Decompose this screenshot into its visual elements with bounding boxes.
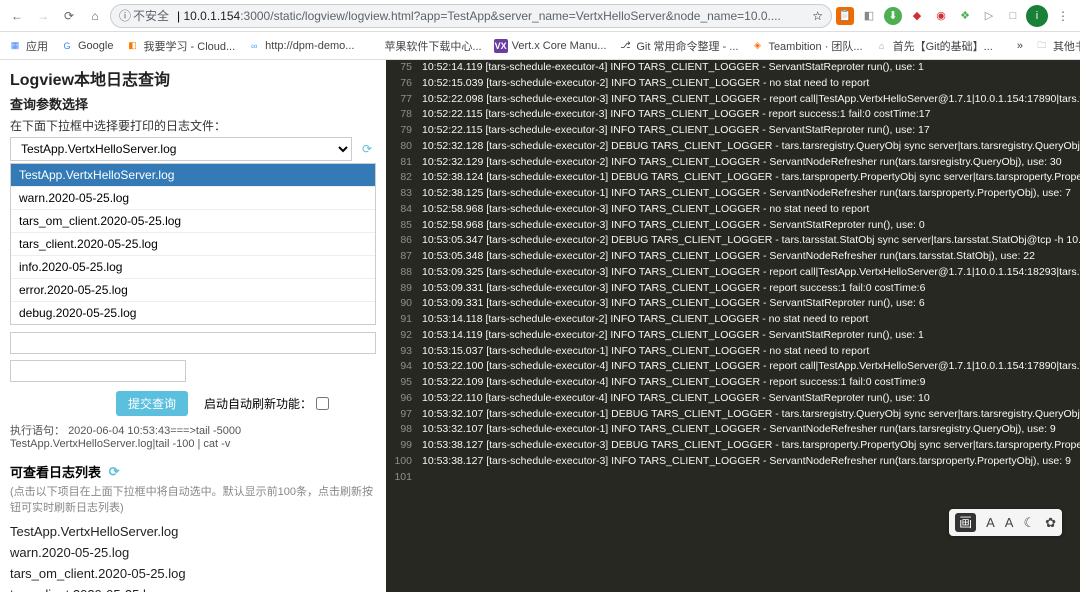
auto-refresh-label[interactable]: 启动自动刷新功能： xyxy=(204,395,329,412)
log-list-item[interactable]: warn.2020-05-25.log xyxy=(10,542,376,563)
bookmark-item[interactable]: GGoogle xyxy=(60,39,113,53)
reader-settings-icon[interactable]: ✿ xyxy=(1045,513,1056,533)
left-panel: Logview本地日志查询 查询参数选择 在下面下拉框中选择要打印的日志文件： … xyxy=(0,60,386,592)
bookmark-item[interactable]: ◧我要学习 - Cloud... xyxy=(125,38,235,54)
log-list-item[interactable]: tars_client.2020-05-25.log xyxy=(10,584,376,592)
reload-button[interactable]: ⟳ xyxy=(58,5,80,27)
log-line: 9810:53:32.107 [tars-schedule-executor-1… xyxy=(386,422,1080,438)
bookmark-item[interactable]: ⌂首先【Git的基础】... xyxy=(875,38,993,54)
forward-button[interactable]: → xyxy=(32,5,54,27)
ext-icon[interactable]: ⬇ xyxy=(884,7,902,25)
refresh-list-icon[interactable]: ⟳ xyxy=(105,463,123,481)
auto-refresh-checkbox[interactable] xyxy=(316,397,329,410)
menu-button[interactable]: ⋮ xyxy=(1052,5,1074,27)
log-list-title: 可查看日志列表 ⟳ xyxy=(10,462,376,481)
file-option[interactable]: tars_client.2020-05-25.log xyxy=(11,233,375,256)
ext-icon[interactable]: ◧ xyxy=(860,7,878,25)
bookmarks-bar: ▦应用 GGoogle ◧我要学习 - Cloud... ∞http://dpm-de… xyxy=(0,32,1080,60)
submit-button[interactable]: 提交查询 xyxy=(116,391,188,416)
log-line: 101 xyxy=(386,470,1080,486)
log-line: 10010:53:38.127 [tars-schedule-executor-… xyxy=(386,454,1080,470)
browser-toolbar: ← → ⟳ ⌂ ⓘ 不安全 | 10.0.1.154:3000/static/l… xyxy=(0,0,1080,32)
refresh-icon[interactable]: ⟳ xyxy=(358,140,376,158)
reader-night-icon[interactable]: ☾ xyxy=(1023,513,1035,533)
bookmark-item[interactable]: ◈Teambition · 团队... xyxy=(750,38,862,54)
reader-font-large[interactable]: A xyxy=(1005,513,1014,533)
profile-avatar[interactable]: i xyxy=(1026,5,1048,27)
file-option[interactable]: info.2020-05-25.log xyxy=(11,256,375,279)
show-more-bookmarks[interactable]: » xyxy=(1017,40,1023,52)
log-list: TestApp.VertxHelloServer.logwarn.2020-05… xyxy=(10,521,376,592)
url-text: 10.0.1.154:3000/static/logview/logview.h… xyxy=(183,9,812,23)
log-line: 8710:53:05.348 [tars-schedule-executor-2… xyxy=(386,249,1080,265)
ext-icon[interactable]: ▷ xyxy=(980,7,998,25)
reader-font-small[interactable]: A xyxy=(986,513,995,533)
log-line: 7910:52:22.115 [tars-schedule-executor-3… xyxy=(386,123,1080,139)
reader-mode-bar: 画 A A ☾ ✿ xyxy=(949,509,1062,537)
params-title: 查询参数选择 xyxy=(10,94,376,113)
ext-icon[interactable]: ◉ xyxy=(932,7,950,25)
address-bar[interactable]: ⓘ 不安全 | 10.0.1.154:3000/static/logview/l… xyxy=(110,4,832,28)
ext-icon[interactable]: ◆ xyxy=(908,7,926,25)
file-dropdown: TestApp.VertxHelloServer.logwarn.2020-05… xyxy=(10,163,376,325)
filter-input-2[interactable] xyxy=(10,360,186,382)
log-list-hint: (点击以下项目在上面下拉框中将自动选中。默认显示前100条，点击刷新按钮可实时刷… xyxy=(10,483,376,515)
log-line: 8110:52:32.129 [tars-schedule-executor-2… xyxy=(386,155,1080,171)
file-hint: 在下面下拉框中选择要打印的日志文件： xyxy=(10,117,376,134)
log-list-item[interactable]: TestApp.VertxHelloServer.log xyxy=(10,521,376,542)
log-line: 9710:53:32.107 [tars-schedule-executor-1… xyxy=(386,407,1080,423)
log-line: 9610:53:22.110 [tars-schedule-executor-4… xyxy=(386,391,1080,407)
log-line: 9410:53:22.100 [tars-schedule-executor-4… xyxy=(386,359,1080,375)
file-option[interactable]: debug.2020-05-25.log xyxy=(11,302,375,324)
log-line: 7810:52:22.115 [tars-schedule-executor-3… xyxy=(386,107,1080,123)
log-line: 8810:53:09.325 [tars-schedule-executor-3… xyxy=(386,265,1080,281)
file-option[interactable]: warn.2020-05-25.log xyxy=(11,187,375,210)
reader-dark-button[interactable]: 画 xyxy=(955,513,976,533)
log-line: 9510:53:22.109 [tars-schedule-executor-4… xyxy=(386,375,1080,391)
file-option[interactable]: tars_om_client.2020-05-25.log xyxy=(11,210,375,233)
file-option[interactable]: error.2020-05-25.log xyxy=(11,279,375,302)
log-output[interactable]: 7510:52:14.119 [tars-schedule-executor-4… xyxy=(386,60,1080,592)
log-line: 9210:53:14.119 [tars-schedule-executor-2… xyxy=(386,328,1080,344)
file-select[interactable]: TestApp.VertxHelloServer.log xyxy=(10,137,352,161)
log-list-item[interactable]: tars_om_client.2020-05-25.log xyxy=(10,563,376,584)
log-line: 8910:53:09.331 [tars-schedule-executor-3… xyxy=(386,281,1080,297)
page-content: Logview本地日志查询 查询参数选择 在下面下拉框中选择要打印的日志文件： … xyxy=(0,60,1080,592)
exec-statement: 执行语句： 2020-06-04 10:53:43===>tail -5000 … xyxy=(10,422,376,450)
extension-area: 📋 ◧ ⬇ ◆ ◉ ❖ ▷ □ xyxy=(836,7,1022,25)
bookmark-item[interactable]: ▦应用 xyxy=(8,38,48,54)
log-line: 8610:53:05.347 [tars-schedule-executor-2… xyxy=(386,233,1080,249)
log-line: 7610:52:15.039 [tars-schedule-executor-2… xyxy=(386,76,1080,92)
star-icon[interactable]: ☆ xyxy=(812,9,823,23)
bookmark-item[interactable]: ⎇Git 常用命令整理 - ... xyxy=(618,38,738,54)
log-line: 8510:52:58.968 [tars-schedule-executor-3… xyxy=(386,218,1080,234)
log-line: 9110:53:14.118 [tars-schedule-executor-2… xyxy=(386,312,1080,328)
back-button[interactable]: ← xyxy=(6,5,28,27)
filter-input-1[interactable] xyxy=(10,332,376,354)
log-line: 8410:52:58.968 [tars-schedule-executor-3… xyxy=(386,202,1080,218)
insecure-badge: ⓘ 不安全 xyxy=(119,7,169,24)
log-line: 9910:53:38.127 [tars-schedule-executor-3… xyxy=(386,438,1080,454)
page-title: Logview本地日志查询 xyxy=(10,66,376,90)
bookmark-item[interactable]: VXVert.x Core Manu... xyxy=(494,39,607,53)
log-line: 9310:53:15.037 [tars-schedule-executor-1… xyxy=(386,344,1080,360)
log-line: 8010:52:32.128 [tars-schedule-executor-2… xyxy=(386,139,1080,155)
ext-icon[interactable]: 📋 xyxy=(836,7,854,25)
log-line: 8210:52:38.124 [tars-schedule-executor-1… xyxy=(386,170,1080,186)
bookmark-item[interactable]: 苹果软件下载中心... xyxy=(366,38,481,54)
file-option[interactable]: TestApp.VertxHelloServer.log xyxy=(11,164,375,187)
log-line: 8310:52:38.125 [tars-schedule-executor-1… xyxy=(386,186,1080,202)
home-button[interactable]: ⌂ xyxy=(84,5,106,27)
other-bookmarks[interactable]: 🗀其他书签 xyxy=(1035,38,1080,54)
ext-icon[interactable]: □ xyxy=(1004,7,1022,25)
bookmark-item[interactable]: ∞http://dpm-demo... xyxy=(247,39,354,53)
ext-icon[interactable]: ❖ xyxy=(956,7,974,25)
log-line: 9010:53:09.331 [tars-schedule-executor-3… xyxy=(386,296,1080,312)
log-line: 7510:52:14.119 [tars-schedule-executor-4… xyxy=(386,60,1080,76)
log-line: 7710:52:22.098 [tars-schedule-executor-3… xyxy=(386,92,1080,108)
